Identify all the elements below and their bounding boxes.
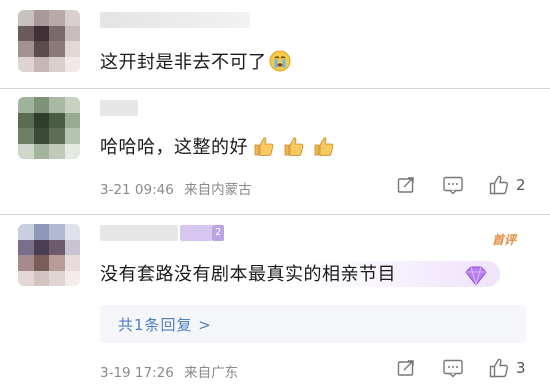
avatar[interactable] (18, 224, 80, 286)
thumbs-up-icon (282, 135, 306, 162)
like-button[interactable]: 3 (488, 357, 526, 379)
level-badge: 2 (212, 225, 225, 241)
avatar[interactable] (18, 97, 80, 159)
first-comment-badge: 首评 (492, 233, 517, 247)
view-replies-link[interactable]: 共1条回复 > (118, 314, 212, 335)
vip-badge (180, 225, 212, 241)
share-icon (397, 177, 414, 193)
comment-icon (443, 359, 463, 378)
comment-button[interactable] (442, 175, 464, 195)
username[interactable] (100, 12, 250, 28)
comment-button[interactable] (442, 358, 464, 378)
comment-text: 哈哈哈，这整的好 (100, 133, 336, 162)
comment-item-2: 哈哈哈，这整的好 3-21 09:46 来自内蒙古 2 (0, 89, 550, 210)
thumbs-up-icon (489, 175, 509, 195)
comment-meta: 3-19 17:26 来自广东 (100, 361, 238, 381)
location: 来自内蒙古 (184, 182, 252, 198)
thumbs-up-icon (489, 358, 509, 378)
username[interactable] (100, 225, 178, 241)
like-button[interactable]: 2 (488, 174, 526, 196)
like-count: 3 (516, 359, 526, 377)
avatar[interactable] (18, 10, 80, 72)
like-count: 2 (516, 176, 526, 194)
comment-meta: 3-21 09:46 来自内蒙古 (100, 178, 252, 198)
share-button[interactable] (396, 358, 416, 378)
diamond-icon (462, 265, 490, 291)
comment-text: 没有套路没有剧本最真实的相亲节目 (100, 264, 396, 285)
comment-icon (443, 176, 463, 195)
timestamp: 3-19 17:26 (100, 365, 174, 381)
thumbs-up-icon (252, 135, 276, 162)
thumbs-up-icon (312, 135, 336, 162)
location: 来自广东 (184, 365, 239, 381)
timestamp: 3-21 09:46 (100, 182, 174, 198)
crying-face-icon (269, 50, 291, 77)
share-button[interactable] (396, 175, 416, 195)
username[interactable] (100, 100, 138, 116)
reply-summary[interactable]: 共1条回复 > (100, 305, 526, 343)
comment-item-1: 这开封是非去不可了 (0, 0, 550, 88)
comment-item-3: 2 首评 没有套路没有剧本最真实的相亲节目 共1条回复 > 3-19 17:26… (0, 215, 550, 392)
share-icon (397, 360, 414, 376)
comment-text: 这开封是非去不可了 (100, 48, 291, 77)
